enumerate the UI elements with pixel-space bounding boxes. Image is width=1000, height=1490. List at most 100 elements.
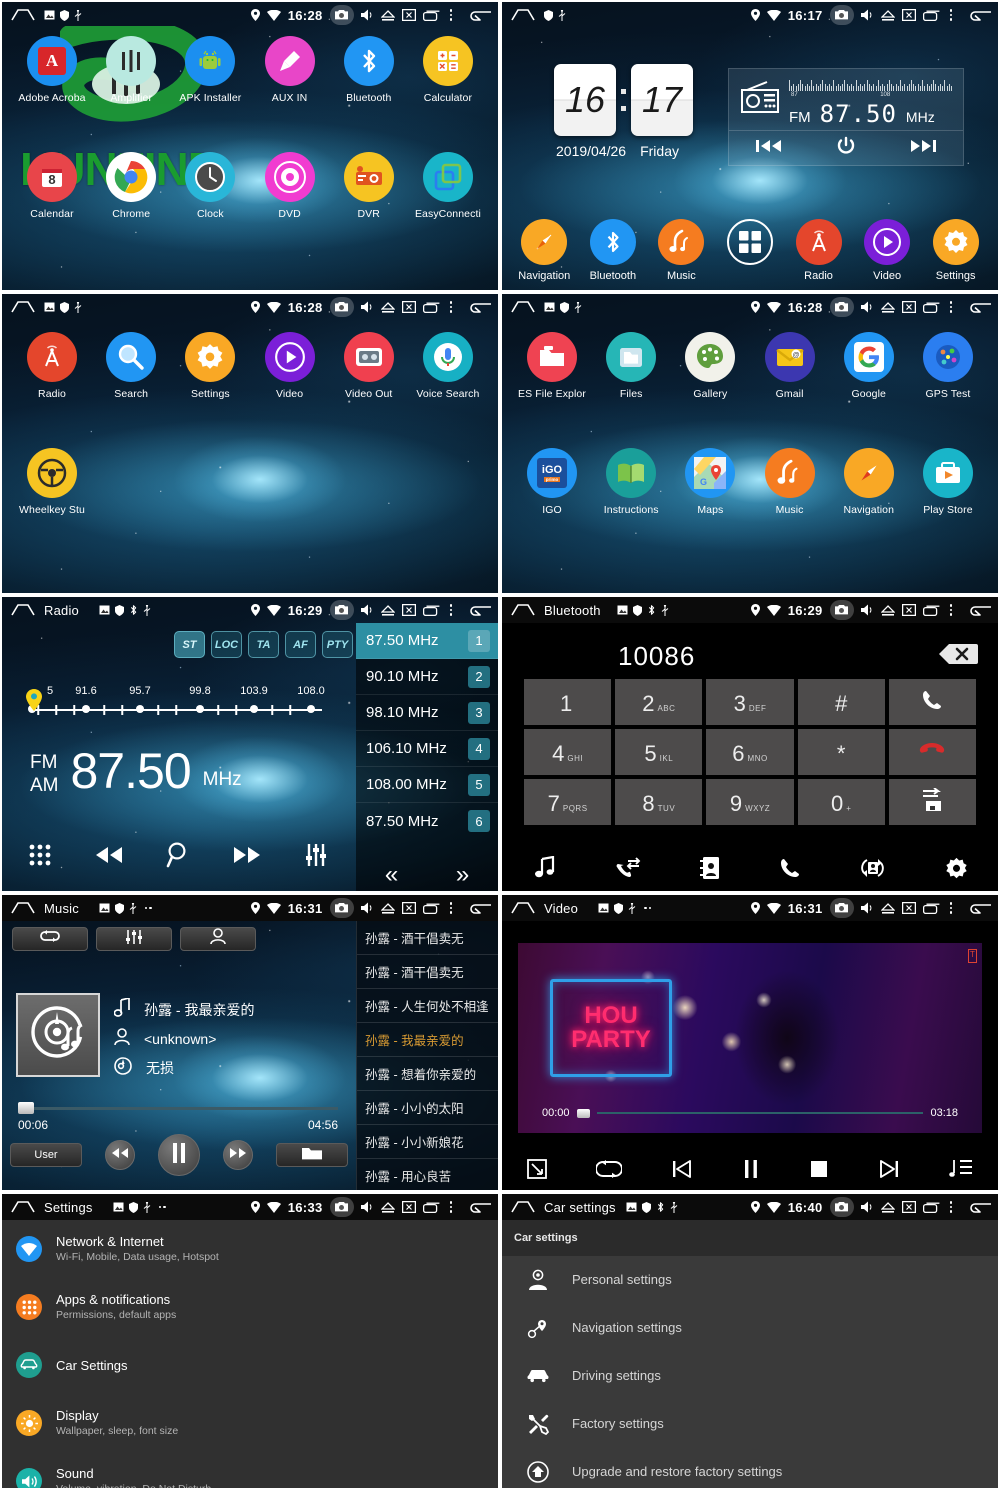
overflow-menu-icon[interactable] — [447, 604, 456, 616]
recents-icon[interactable] — [922, 1202, 940, 1213]
repeat-mode-button[interactable] — [12, 927, 88, 951]
list-item[interactable]: 孙露 - 小小的太阳 — [357, 1091, 498, 1125]
eject-icon[interactable] — [380, 902, 395, 914]
radio-mode-af[interactable]: AF — [285, 631, 316, 658]
camera-icon[interactable] — [329, 1197, 354, 1217]
home-icon[interactable] — [510, 8, 536, 22]
next-track-icon[interactable] — [910, 139, 936, 158]
settings-item-car[interactable]: Car Settings — [2, 1336, 498, 1394]
eject-icon[interactable] — [380, 301, 395, 313]
settings-item-sound[interactable]: Sound Volume, vibration, Do Not Disturb — [2, 1452, 498, 1488]
contacts-icon[interactable] — [699, 856, 720, 885]
recents-icon[interactable] — [422, 10, 440, 21]
radio-mode-loc[interactable]: LOC — [211, 631, 242, 658]
radio-mode-st[interactable]: ST — [174, 631, 205, 658]
music-playlist[interactable]: 孙露 - 酒干倡卖无 孙露 - 酒干倡卖无 孙露 - 人生何处不相逢 孙露 - … — [356, 921, 498, 1190]
home-icon[interactable] — [510, 603, 536, 617]
radio-mode-ta[interactable]: TA — [248, 631, 279, 658]
recents-icon[interactable] — [922, 10, 940, 21]
sync-contacts-icon[interactable] — [860, 857, 886, 884]
power-icon[interactable] — [836, 136, 856, 161]
overflow-menu-icon[interactable] — [447, 9, 456, 21]
volume-icon[interactable] — [360, 9, 374, 21]
dialpad-key-star[interactable]: * — [797, 729, 885, 775]
back-icon[interactable] — [468, 301, 492, 314]
app-wheelkey-study[interactable]: Wheelkey Stu — [16, 448, 88, 516]
preset-next-page[interactable]: » — [456, 861, 469, 889]
app-files[interactable]: Files — [595, 332, 667, 400]
forward-button[interactable] — [223, 1140, 253, 1170]
eject-icon[interactable] — [380, 1201, 395, 1213]
repeat-icon[interactable] — [594, 1160, 623, 1183]
volume-icon[interactable] — [860, 1201, 874, 1213]
hangup-button[interactable] — [888, 729, 976, 775]
seek-thumb[interactable] — [18, 1102, 34, 1114]
overflow-menu-icon[interactable] — [447, 301, 456, 313]
next-track-icon[interactable] — [232, 845, 262, 870]
pause-icon[interactable] — [742, 1159, 760, 1184]
radio-preset-3[interactable]: 98.10 MHz 3 — [356, 695, 498, 731]
car-settings-item-factory[interactable]: Factory settings — [502, 1400, 998, 1448]
back-icon[interactable] — [968, 301, 992, 314]
dialpad-key-2[interactable]: 2 ABC — [615, 679, 703, 725]
app-google[interactable]: Google — [833, 332, 905, 400]
eject-icon[interactable] — [880, 902, 895, 914]
screen-off-icon[interactable] — [401, 301, 416, 313]
home-icon[interactable] — [10, 1200, 36, 1214]
recents-icon[interactable] — [422, 605, 440, 616]
app-gallery[interactable]: Gallery — [674, 332, 746, 400]
volume-icon[interactable] — [360, 1201, 374, 1213]
home-icon[interactable] — [10, 901, 36, 915]
dialpad-key-3[interactable]: 3 DEF — [706, 679, 794, 725]
stop-icon[interactable] — [809, 1159, 829, 1184]
radio-widget[interactable]: 87 108 FM 87.50 MHz — [728, 68, 964, 166]
camera-icon[interactable] — [829, 297, 854, 317]
app-calculator[interactable]: Calculator — [412, 36, 484, 104]
screen-off-icon[interactable] — [401, 1201, 416, 1213]
artist-button[interactable] — [180, 927, 256, 951]
prev-track-icon[interactable] — [671, 1159, 693, 1184]
prev-track-icon[interactable] — [94, 845, 124, 870]
app-clock[interactable]: Clock — [174, 152, 246, 220]
prev-track-icon[interactable] — [756, 139, 782, 158]
home-icon[interactable] — [10, 300, 36, 314]
volume-icon[interactable] — [360, 902, 374, 914]
list-item[interactable]: 孙露 - 酒干倡卖无 — [357, 921, 498, 955]
overflow-menu-icon[interactable] — [447, 1201, 456, 1213]
radio-dial-pin[interactable] — [26, 689, 42, 716]
list-item[interactable]: 孙露 - 想着你亲爱的 — [357, 1057, 498, 1091]
app-gps-test[interactable]: GPS Test — [912, 332, 984, 400]
eject-icon[interactable] — [880, 9, 895, 21]
next-track-icon[interactable] — [878, 1159, 900, 1184]
app-video[interactable]: Video — [254, 332, 326, 400]
app-easyconnected[interactable]: EasyConnecti — [412, 152, 484, 220]
app-dvr[interactable]: DVR — [333, 152, 405, 220]
list-item[interactable]: 孙露 - 人生何处不相逢 — [357, 989, 498, 1023]
home-icon[interactable] — [510, 300, 536, 314]
preset-prev-page[interactable]: « — [385, 861, 398, 889]
music-seek-bar[interactable]: 00:06 04:56 — [18, 1102, 338, 1132]
settings-item-apps[interactable]: Apps & notifications Permissions, defaul… — [2, 1278, 498, 1336]
call-button[interactable] — [888, 679, 976, 725]
home-icon[interactable] — [510, 901, 536, 915]
radio-dial[interactable]: 5 91.6 95.7 99.8 103.9 108.0 — [26, 685, 326, 717]
back-icon[interactable] — [968, 604, 992, 617]
app-radio[interactable]: Radio — [16, 332, 88, 400]
screen-off-icon[interactable] — [901, 604, 916, 616]
back-icon[interactable] — [968, 902, 992, 915]
car-settings-item-personal[interactable]: Personal settings — [502, 1256, 998, 1304]
dialpad-key-9[interactable]: 9 WXYZ — [706, 779, 794, 825]
app-bluetooth[interactable]: Bluetooth — [333, 36, 405, 104]
clock-widget[interactable]: 16 17 2019/04/26 Friday — [554, 64, 693, 159]
eject-icon[interactable] — [380, 604, 395, 616]
recents-icon[interactable] — [422, 1202, 440, 1213]
video-seek-bar[interactable]: 00:00 03:18 — [542, 1107, 958, 1119]
call-log-icon[interactable] — [615, 857, 641, 884]
volume-icon[interactable] — [860, 604, 874, 616]
radio-band-fm[interactable]: FM — [30, 751, 59, 774]
radio-preset-5[interactable]: 108.00 MHz 5 — [356, 767, 498, 803]
car-settings-item-driving[interactable]: Driving settings — [502, 1352, 998, 1400]
car-settings-item-upgrade[interactable]: Upgrade and restore factory settings — [502, 1448, 998, 1488]
overflow-menu-icon[interactable] — [947, 604, 956, 616]
dialpad-key-0[interactable]: 0 + — [797, 779, 885, 825]
